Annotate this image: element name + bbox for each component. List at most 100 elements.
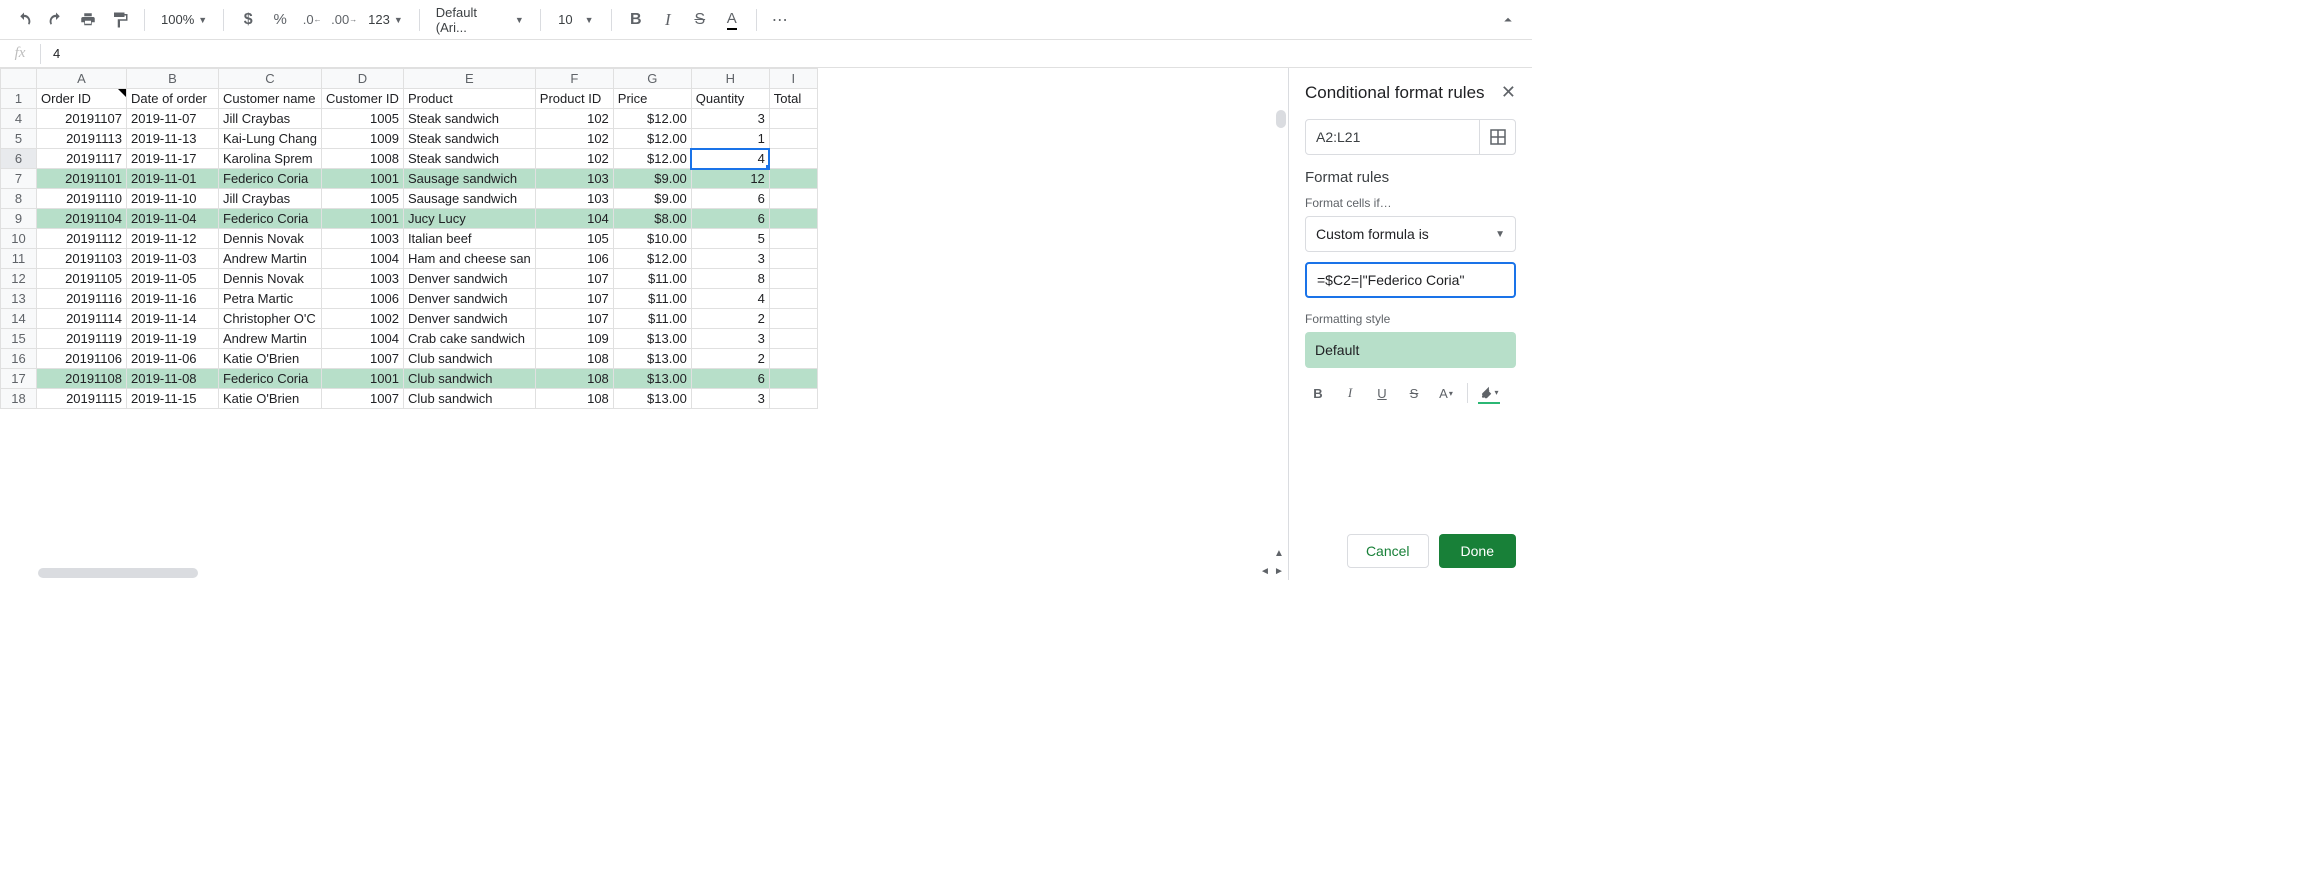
cell[interactable]: 103 (535, 189, 613, 209)
cell[interactable]: 20191105 (37, 269, 127, 289)
cell[interactable]: Ham and cheese san (403, 249, 535, 269)
cell[interactable]: 107 (535, 269, 613, 289)
cell[interactable]: 108 (535, 369, 613, 389)
header-cell[interactable]: Total (769, 89, 817, 109)
cell[interactable]: 20191104 (37, 209, 127, 229)
cell[interactable]: Federico Coria (219, 209, 322, 229)
cell[interactable]: 20191115 (37, 389, 127, 409)
cell[interactable]: $9.00 (613, 189, 691, 209)
cell[interactable]: 3 (691, 249, 769, 269)
cell[interactable]: 2019-11-04 (127, 209, 219, 229)
cell[interactable]: 1005 (321, 109, 403, 129)
cancel-button[interactable]: Cancel (1347, 534, 1429, 568)
cell[interactable]: $13.00 (613, 389, 691, 409)
cell[interactable]: 6 (691, 369, 769, 389)
cell[interactable]: 108 (535, 349, 613, 369)
done-button[interactable]: Done (1439, 534, 1516, 568)
cell[interactable]: Sausage sandwich (403, 169, 535, 189)
cell[interactable]: 1001 (321, 369, 403, 389)
cell[interactable]: 20191116 (37, 289, 127, 309)
number-format-select[interactable]: 123▼ (362, 6, 409, 34)
cell[interactable] (769, 249, 817, 269)
column-header[interactable]: C (219, 69, 322, 89)
cell[interactable]: $10.00 (613, 229, 691, 249)
cell[interactable]: Club sandwich (403, 349, 535, 369)
cell[interactable]: $13.00 (613, 369, 691, 389)
cell[interactable]: $13.00 (613, 349, 691, 369)
cell[interactable]: 20191117 (37, 149, 127, 169)
row-header[interactable]: 17 (1, 369, 37, 389)
cell[interactable]: Petra Martic (219, 289, 322, 309)
font-size-select[interactable]: 10▼ (551, 6, 601, 34)
cell[interactable]: 2019-11-12 (127, 229, 219, 249)
cell[interactable]: 1002 (321, 309, 403, 329)
cell[interactable]: 2019-11-10 (127, 189, 219, 209)
cell[interactable]: Dennis Novak (219, 269, 322, 289)
cell[interactable]: $12.00 (613, 109, 691, 129)
bold-button[interactable]: B (622, 6, 650, 34)
header-cell[interactable]: Product ID (535, 89, 613, 109)
cell[interactable]: Andrew Martin (219, 249, 322, 269)
cell[interactable] (769, 349, 817, 369)
percent-button[interactable]: % (266, 6, 294, 34)
row-header[interactable]: 12 (1, 269, 37, 289)
scroll-right-button[interactable]: ► (1272, 564, 1286, 578)
cell[interactable]: 1007 (321, 349, 403, 369)
cell[interactable]: 1004 (321, 249, 403, 269)
row-header[interactable]: 15 (1, 329, 37, 349)
column-header[interactable]: A (37, 69, 127, 89)
cell[interactable] (769, 289, 817, 309)
cell[interactable]: 1009 (321, 129, 403, 149)
cell[interactable]: 105 (535, 229, 613, 249)
cell[interactable] (769, 269, 817, 289)
cell[interactable]: Steak sandwich (403, 129, 535, 149)
cell[interactable]: 20191107 (37, 109, 127, 129)
row-header[interactable]: 4 (1, 109, 37, 129)
cell[interactable]: 20191103 (37, 249, 127, 269)
cell[interactable]: $8.00 (613, 209, 691, 229)
cell[interactable]: 3 (691, 329, 769, 349)
cell[interactable]: Steak sandwich (403, 149, 535, 169)
cell[interactable]: Karolina Sprem (219, 149, 322, 169)
cell[interactable]: 2 (691, 349, 769, 369)
cell[interactable]: 2019-11-17 (127, 149, 219, 169)
row-header[interactable]: 9 (1, 209, 37, 229)
row-header[interactable]: 1 (1, 89, 37, 109)
cell[interactable]: 1005 (321, 189, 403, 209)
font-select[interactable]: Default (Ari...▼ (430, 6, 530, 34)
header-cell[interactable]: Quantity (691, 89, 769, 109)
cell[interactable]: 8 (691, 269, 769, 289)
column-header[interactable]: H (691, 69, 769, 89)
rule-type-select[interactable]: Custom formula is ▼ (1305, 216, 1516, 252)
cell[interactable] (769, 369, 817, 389)
cell[interactable]: $11.00 (613, 289, 691, 309)
cell[interactable] (769, 109, 817, 129)
cell[interactable]: $9.00 (613, 169, 691, 189)
cell[interactable]: 2019-11-01 (127, 169, 219, 189)
cell[interactable]: 107 (535, 309, 613, 329)
column-header[interactable]: D (321, 69, 403, 89)
cell[interactable] (769, 189, 817, 209)
cell[interactable]: Katie O'Brien (219, 349, 322, 369)
row-header[interactable]: 14 (1, 309, 37, 329)
cell[interactable]: 20191101 (37, 169, 127, 189)
print-button[interactable] (74, 6, 102, 34)
header-cell[interactable]: Product (403, 89, 535, 109)
collapse-toolbar-button[interactable] (1494, 6, 1522, 34)
cell[interactable]: 2019-11-06 (127, 349, 219, 369)
column-header[interactable]: F (535, 69, 613, 89)
paint-format-button[interactable] (106, 6, 134, 34)
scroll-up-button[interactable]: ▲ (1272, 546, 1286, 560)
cell[interactable]: Christopher O'C (219, 309, 322, 329)
row-header[interactable]: 16 (1, 349, 37, 369)
cell[interactable]: 20191113 (37, 129, 127, 149)
increase-decimal-button[interactable]: .00→ (330, 6, 358, 34)
cell[interactable]: 2 (691, 309, 769, 329)
row-header[interactable]: 11 (1, 249, 37, 269)
vertical-scrollbar[interactable] (1276, 110, 1286, 128)
cell[interactable]: 2019-11-16 (127, 289, 219, 309)
cell[interactable]: 102 (535, 129, 613, 149)
cell[interactable] (769, 389, 817, 409)
cell[interactable] (769, 209, 817, 229)
header-cell[interactable]: Order ID (37, 89, 127, 109)
